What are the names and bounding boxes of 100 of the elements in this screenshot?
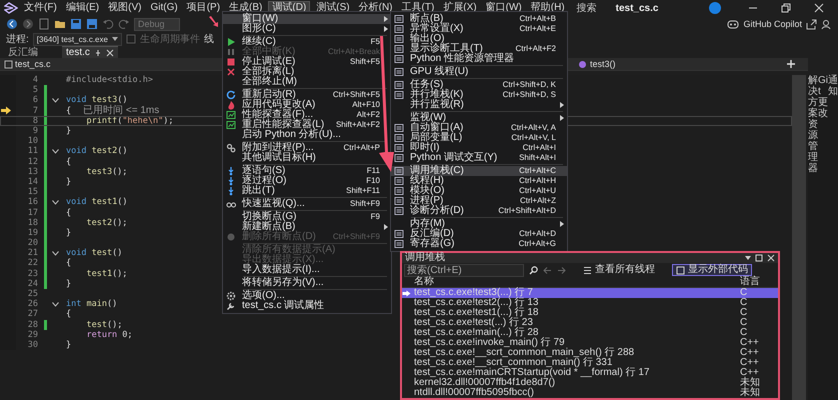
menu-item[interactable]: 任务(S) Ctrl+Shift+D, K — [391, 80, 567, 90]
menu-item[interactable]: 附加到进程(P)... Ctrl+Alt+P — [223, 143, 391, 153]
avatar[interactable] — [709, 2, 721, 14]
menu-item[interactable]: Python 性能资源管理器 — [391, 54, 567, 64]
scrollbar[interactable] — [792, 75, 806, 400]
menu-item[interactable]: GPU 线程(U) — [391, 67, 567, 77]
menu-item[interactable]: 即时(I) Ctrl+Alt+I — [391, 143, 567, 153]
add-icon[interactable] — [786, 59, 796, 69]
menu-item[interactable]: 编辑(E) — [62, 1, 102, 15]
menu-item[interactable]: 项目(P) — [184, 1, 224, 15]
search-field[interactable]: 搜索(Ctrl+E) — [404, 264, 524, 276]
side-panel-tab[interactable]: 通知 — [828, 75, 838, 97]
save-all-icon[interactable] — [86, 18, 98, 30]
menu-item[interactable]: 文件(F) — [21, 1, 60, 15]
menu-item[interactable]: 窗口(W) — [223, 14, 391, 24]
keyword: int — [66, 299, 82, 310]
close-icon[interactable] — [767, 254, 775, 262]
menu-item[interactable]: 自动窗口(A) Ctrl+Alt+V, A — [391, 123, 567, 133]
back-icon[interactable] — [6, 18, 18, 30]
member-dropdown[interactable]: test3() — [578, 59, 778, 69]
menu-item[interactable]: 调用堆栈(C) Ctrl+Alt+C — [391, 166, 567, 176]
menu-item[interactable]: 局部变量(L) Ctrl+Alt+V, L — [391, 133, 567, 143]
restore-icon[interactable] — [781, 3, 791, 13]
menu-item[interactable]: 并行监视(R) — [391, 100, 567, 110]
menu-item[interactable]: 新建断点(B) — [223, 222, 391, 232]
menu-item[interactable]: 快速监视(Q)... Shift+F9 — [223, 199, 391, 209]
code-text: } — [66, 278, 72, 289]
chevron-icon[interactable] — [52, 250, 59, 256]
menu-item[interactable]: 寄存器(G) Ctrl+Alt+G — [391, 239, 567, 249]
chevron-icon[interactable] — [52, 148, 59, 154]
caret-icon[interactable] — [745, 255, 751, 261]
menu-item[interactable]: 停止调试(E) Shift+F5 — [223, 57, 391, 67]
panel-icon — [394, 186, 404, 196]
menu-item[interactable]: 窗口(W) — [482, 1, 525, 15]
toolbar-button[interactable]: 查看所有线程 — [579, 264, 659, 276]
menu-item[interactable]: 导入数据提示(I)... — [223, 265, 391, 275]
side-panel-tab[interactable]: Git 更改 — [818, 75, 828, 119]
forward-icon[interactable] — [22, 18, 34, 30]
file-dropdown[interactable]: test_cs.c — [4, 59, 184, 69]
redo-icon[interactable] — [118, 18, 130, 30]
menu-item[interactable]: 异常设置(X) Ctrl+Alt+E — [391, 24, 567, 34]
menu-item[interactable]: 性能探查器(F)... Alt+F2 — [223, 110, 391, 120]
side-panel-tab[interactable]: 解决方案资源管理器 — [808, 75, 818, 174]
selected-row-highlight[interactable]: test_cs.c.exe!test3(...) 行 7 C — [402, 288, 778, 298]
menu-item[interactable]: 重新启动(R) Ctrl+Shift+F5 — [223, 90, 391, 100]
chevron-icon[interactable] — [52, 98, 59, 103]
menu-item[interactable]: 跳出(T) Shift+F11 — [223, 186, 391, 196]
menu-item[interactable]: 切换断点(G) F9 — [223, 212, 391, 222]
close-icon[interactable] — [106, 48, 114, 56]
menu-item[interactable]: test_cs.c 调试属性 — [223, 301, 391, 311]
menu-item[interactable]: Python 调试交互(Y) Shift+Alt+I — [391, 153, 567, 163]
folder-icon[interactable] — [54, 18, 66, 30]
menu-item[interactable]: 内存(M) — [391, 219, 567, 229]
search-icon[interactable] — [529, 266, 538, 274]
menu-item[interactable]: 显示诊断工具(T) Ctrl+Alt+F2 — [391, 44, 567, 54]
menu-item[interactable]: 模块(O) Ctrl+Alt+U — [391, 186, 567, 196]
share-icon[interactable] — [806, 18, 817, 30]
menu-item[interactable]: 全部终止(M) — [223, 77, 391, 87]
menu-item[interactable]: Git(G) — [147, 1, 181, 15]
undo-icon[interactable] — [102, 18, 114, 30]
copilot-button[interactable]: GitHub Copilot — [743, 19, 802, 29]
chevron-icon[interactable] — [52, 200, 59, 205]
menu-item[interactable]: 诊断分析(D) Ctrl+Shift+Alt+D — [391, 206, 567, 216]
line-number: 27 — [26, 309, 38, 320]
menu-item[interactable]: 并行堆栈(K) Ctrl+Shift+D, S — [391, 90, 567, 100]
column-header[interactable]: 名称 — [414, 277, 740, 287]
menu-item[interactable]: 线程(H) Ctrl+Alt+H — [391, 176, 567, 186]
menu-item[interactable]: 继续(C) F5 — [223, 37, 391, 47]
close-icon[interactable] — [814, 3, 824, 13]
maximize-icon[interactable] — [755, 254, 763, 262]
column-header[interactable]: 语言 — [740, 277, 770, 287]
menu-item[interactable]: 分析(N) — [356, 1, 396, 15]
forward-icon[interactable] — [557, 266, 566, 274]
file-icon[interactable] — [38, 18, 50, 30]
menu-item[interactable]: 应用代码更改(A) Alt+F10 — [223, 100, 391, 110]
menu-item[interactable]: 视图(V) — [105, 1, 144, 15]
menu-item[interactable]: 选项(O)... — [223, 291, 391, 301]
menu-item[interactable]: 重启性能探查器(L) Shift+Alt+F2 — [223, 120, 391, 130]
menu-item[interactable]: 将转储另存为(V)... — [223, 278, 391, 288]
search-button[interactable]: 搜索 — [576, 1, 597, 15]
menu-item[interactable]: 逐过程(O) F10 — [223, 176, 391, 186]
menu-item[interactable]: 输出(O) — [391, 34, 567, 44]
editor-tab[interactable]: test.c — [62, 46, 118, 58]
line-number: 5 — [32, 85, 38, 96]
perf-tip[interactable]: 已用时间 <= 1ms — [83, 106, 160, 116]
editor-tab[interactable]: 反汇编 — [4, 46, 42, 58]
menu-item[interactable]: 反汇编(D) Ctrl+Alt+D — [391, 229, 567, 239]
save-icon[interactable] — [70, 18, 82, 30]
menu-item[interactable]: 启动 Python 分析(U)... — [223, 130, 391, 140]
menu-item[interactable]: 逐语句(S) F11 — [223, 166, 391, 176]
menu-item[interactable]: 监视(W) — [391, 113, 567, 123]
menu-item[interactable]: 断点(B) Ctrl+Alt+B — [391, 14, 567, 24]
table-cell-text: C++ — [740, 338, 760, 348]
process-dropdown[interactable]: [3640] test_cs.c.exe — [32, 32, 122, 46]
line-number: 25 — [26, 289, 38, 300]
menu-item[interactable]: 图形(C) — [223, 24, 391, 34]
menu-item[interactable]: 进程(P) Ctrl+Alt+Z — [391, 196, 567, 206]
toolbar-button[interactable]: 显示外部代码 — [672, 264, 752, 276]
chevron-icon[interactable] — [52, 302, 59, 307]
menu-item[interactable]: 全部拆离(L) — [223, 67, 391, 77]
